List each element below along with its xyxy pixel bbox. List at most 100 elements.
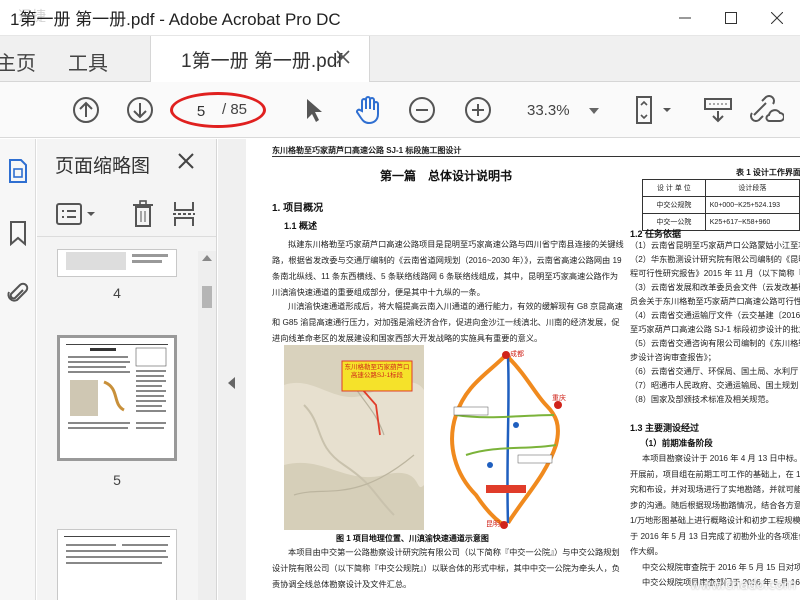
text-line: 作大纲。 xyxy=(630,547,663,556)
list-item: （6）云南省交通厅、环保局、国土局、水利厅 xyxy=(630,367,799,376)
list-item: （7）昭通市人民政府、交通运输局、国土规划 xyxy=(630,381,799,390)
zoom-value: 33.3% xyxy=(527,102,570,119)
hand-tool-button[interactable] xyxy=(352,94,384,126)
panel-collapse-handle[interactable] xyxy=(218,139,246,600)
figure-caption: 图 1 项目地理位置、川滇渝快速通道示意图 xyxy=(336,534,489,543)
toolbar: / 85 33.3% xyxy=(0,82,800,138)
thumbnail-scrollbar[interactable] xyxy=(198,251,216,600)
thumbnail-page-number: 5 xyxy=(113,472,121,488)
zoom-dropdown[interactable]: 33.3% xyxy=(515,100,603,122)
text-line: 中交公规院审查院于 2016 年 5 月 15 日对项目 xyxy=(642,562,800,572)
split-pages-button[interactable] xyxy=(171,199,197,229)
close-icon xyxy=(336,50,350,64)
list-item: （8）国家及部颁技术标准及相关规范。 xyxy=(630,395,774,404)
page-header: 东川格勒至巧家葫芦口高速公路 SJ-1 标段施工图设计 xyxy=(272,146,462,155)
text-line: 于 2016 年 5 月 13 日完成了初勘外业的各项准备工 xyxy=(630,531,800,541)
minimize-icon xyxy=(679,17,691,19)
list-item: 程可行性研究报告》2015 年 11 月（以下简称『工可 xyxy=(630,269,800,278)
text-line: 本项目勘察设计于 2016 年 4 月 13 日中标。之后 xyxy=(642,454,800,463)
list-item: （4）云南省交通运输厅文件（云交基建〔2016〕 xyxy=(630,311,800,320)
minimize-button[interactable] xyxy=(662,0,708,36)
subsection-heading: （1）前期准备阶段 xyxy=(640,438,713,448)
bookmark-icon xyxy=(10,221,26,246)
close-tab-button[interactable] xyxy=(335,49,351,70)
previous-page-button[interactable] xyxy=(70,94,102,126)
document-viewport[interactable]: 东川格勒至巧家葫芦口高速公路 SJ-1 标段施工图设计 第一篇 总体设计说明书 … xyxy=(246,139,800,600)
table-cell: K25+617~K58+960 xyxy=(704,213,800,231)
table-row: 中交公规院 K0+000~K25+524.193 xyxy=(642,196,800,214)
close-panel-button[interactable] xyxy=(176,151,196,176)
panel-toolbar xyxy=(37,191,216,237)
close-button[interactable] xyxy=(754,0,800,36)
scroll-up-arrow-icon[interactable] xyxy=(202,255,212,261)
pdf-page: 东川格勒至巧家葫芦口高速公路 SJ-1 标段施工图设计 第一篇 总体设计说明书 … xyxy=(246,139,800,600)
delete-page-button[interactable] xyxy=(131,199,155,229)
text-line: 究和布设，并对现场进行了实地勘踏，并就可能的路 xyxy=(630,485,800,494)
location-map: 东川格勒至巧家葫芦口高速公路SJ-1标段 xyxy=(284,345,424,530)
map-callout-label: 东川格勒至巧家葫芦口高速公路SJ-1标段 xyxy=(344,364,410,379)
select-tool-button[interactable] xyxy=(298,94,330,126)
page-display-button[interactable] xyxy=(630,94,676,126)
table-title: 表 1 设计工作界面 xyxy=(736,168,800,177)
page-thumbnail[interactable] xyxy=(57,249,177,277)
zoom-out-button[interactable] xyxy=(406,94,438,126)
list-options-icon xyxy=(56,203,95,225)
route-diagram: 成都 重庆 昆明 xyxy=(426,345,576,530)
window-controls xyxy=(662,0,800,36)
list-item: （2）华东勘测设计研究院有限公司编制的《昆明 xyxy=(630,255,800,264)
scrolling-mode-button[interactable] xyxy=(702,94,734,126)
chapter-title: 第一篇 总体设计说明书 xyxy=(380,169,513,183)
section-heading: 1. 项目概况 xyxy=(272,203,324,214)
design-scope-table: 设 计 单 位 设计段落 中交公规院 K0+000~K25+524.193 中交… xyxy=(642,179,800,231)
subsection-heading: 1.3 主要测设经过 xyxy=(630,423,700,433)
next-page-button[interactable] xyxy=(124,94,156,126)
header-rule xyxy=(272,156,800,157)
bookmarks-button[interactable] xyxy=(4,219,32,247)
tab-document[interactable]: 1第一册 第一册.pdf xyxy=(150,36,370,82)
list-item: （1）云南省昆明至巧家葫芦口公路蒙姑小江至巧 xyxy=(630,241,800,250)
table-cell: K0+000~K25+524.193 xyxy=(704,196,800,214)
table-header-row: 设 计 单 位 设计段落 xyxy=(642,179,800,197)
chevron-down-icon xyxy=(589,108,599,114)
paragraph: 本项目由中交第一公路勘察设计研究院有限公司（以下简称『中交一公院』）与中交公路规… xyxy=(272,548,620,589)
city-label-chongqing: 重庆 xyxy=(552,395,566,402)
city-label-kunming: 昆明 xyxy=(486,521,500,528)
thumbnail-preview-icon xyxy=(66,344,168,429)
route-map-icon xyxy=(450,351,562,529)
scrollbar-thumb[interactable] xyxy=(202,286,212,308)
page-thumbnail-selected[interactable] xyxy=(57,335,177,461)
watermark-text: 迅捷 xyxy=(18,8,46,24)
split-page-icon xyxy=(173,202,195,226)
text-line: 1/万地形图基础上进行概略设计和初步工程规模统计 xyxy=(630,516,800,525)
attachments-button[interactable] xyxy=(4,279,32,307)
minus-circle-icon xyxy=(409,97,435,123)
list-item: 员会关于东川格勒至巧家葫芦口高速公路可行性研究 xyxy=(630,297,800,306)
paperclip-icon xyxy=(7,282,29,302)
cursor-arrow-icon xyxy=(307,99,322,122)
maximize-button[interactable] xyxy=(708,0,754,36)
list-item: （3）云南省发展和改革委员会文件（云发改基础 xyxy=(630,283,800,292)
thumbnail-page-number: 4 xyxy=(113,285,121,301)
page-number-highlight xyxy=(170,92,266,128)
plus-circle-icon xyxy=(465,97,491,123)
list-item: 步设计咨询审查报告》； xyxy=(630,353,716,362)
zoom-in-button[interactable] xyxy=(462,94,494,126)
close-icon xyxy=(178,153,194,169)
thumbnail-list: 4 5 xyxy=(37,249,197,600)
site-watermark: www.cnado.com xyxy=(690,578,797,593)
tab-home[interactable]: 主页 xyxy=(0,47,36,76)
page-thumbnails-button[interactable] xyxy=(4,157,32,185)
arrow-down-circle-icon xyxy=(127,97,153,123)
document-tab-label: 1第一册 第一册.pdf xyxy=(181,50,343,72)
table-cell: 中交公规院 xyxy=(642,196,706,214)
panel-title: 页面缩略图 xyxy=(55,156,151,177)
title-bar: 1第一册 第一册.pdf - Adobe Acrobat Pro DC 迅捷 xyxy=(0,0,800,36)
share-link-button[interactable] xyxy=(746,94,786,126)
thumbnail-options-button[interactable] xyxy=(55,199,99,229)
navigation-rail xyxy=(0,139,36,600)
paragraph: 川滇渝快速通道形成后，将大幅提高云南入川通道的通行能力，有效的缓解现有 G8 京… xyxy=(272,302,623,343)
page-thumbnail[interactable] xyxy=(57,529,177,600)
tab-tools[interactable]: 工具 xyxy=(68,47,108,76)
list-item: 至巧家葫芦口高速公路 SJ-1 标段初步设计的批复》； xyxy=(630,325,800,334)
text-line: 开展前，项目组在前期工可工作的基础上，在 1/万地 xyxy=(630,469,800,479)
